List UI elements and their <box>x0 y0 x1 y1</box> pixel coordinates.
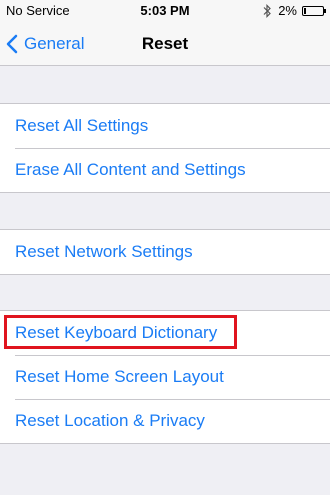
erase-all-content-row[interactable]: Erase All Content and Settings <box>0 148 330 192</box>
row-label: Reset All Settings <box>15 116 149 135</box>
chevron-left-icon <box>6 34 18 54</box>
reset-network-settings-row[interactable]: Reset Network Settings <box>0 230 330 274</box>
battery-icon <box>302 5 326 16</box>
battery-level <box>304 7 306 14</box>
row-label: Reset Keyboard Dictionary <box>15 323 218 342</box>
battery-percent: 2% <box>278 3 297 18</box>
row-label: Erase All Content and Settings <box>15 160 246 179</box>
settings-group-reset-all: Reset All Settings Erase All Content and… <box>0 103 330 193</box>
row-label: Reset Network Settings <box>15 242 193 261</box>
reset-all-settings-row[interactable]: Reset All Settings <box>0 104 330 148</box>
settings-group-keyboard-home-location: Reset Keyboard Dictionary Reset Home Scr… <box>0 310 330 444</box>
reset-location-privacy-row[interactable]: Reset Location & Privacy <box>0 399 330 443</box>
back-button-label: General <box>24 34 85 53</box>
back-button-general[interactable]: General <box>6 22 84 66</box>
status-bar: No Service 5:03 PM 2% <box>0 0 330 22</box>
reset-keyboard-dictionary-row[interactable]: Reset Keyboard Dictionary <box>0 311 330 355</box>
bluetooth-icon <box>263 3 272 18</box>
reset-home-screen-layout-row[interactable]: Reset Home Screen Layout <box>0 355 330 399</box>
navigation-bar: General Reset <box>0 22 330 66</box>
row-label: Reset Location & Privacy <box>15 411 205 430</box>
row-label: Reset Home Screen Layout <box>15 367 224 386</box>
status-right-group: 2% <box>262 3 326 18</box>
settings-group-network: Reset Network Settings <box>0 229 330 275</box>
